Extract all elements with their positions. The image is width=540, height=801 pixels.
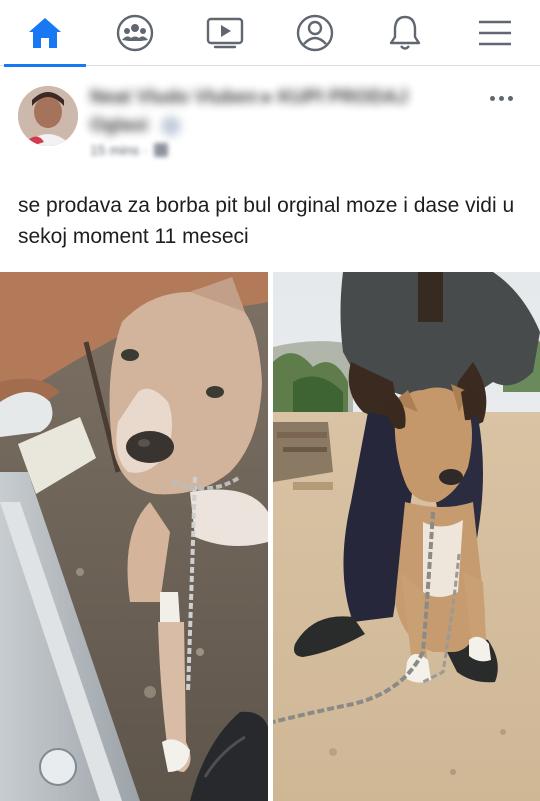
bell-icon (386, 13, 424, 53)
top-navigation-bar (0, 0, 540, 67)
tab-notifications[interactable] (360, 0, 450, 66)
author-name[interactable]: Neat Vludo Vluben ▸ KUPI PRODAJ Oglasi (90, 84, 420, 140)
tab-watch[interactable] (180, 0, 270, 66)
profile-icon (295, 13, 335, 53)
post-photo-1[interactable] (0, 272, 268, 801)
author-avatar[interactable] (18, 86, 78, 146)
tab-profile[interactable] (270, 0, 360, 66)
post-text: se prodava za borba pit bul orginal moze… (18, 194, 515, 248)
dog-standing-photo-icon (273, 272, 540, 801)
audience-icon (153, 143, 168, 157)
tab-groups[interactable] (90, 0, 180, 66)
more-options-icon (489, 95, 513, 101)
post-options-button[interactable] (486, 88, 516, 108)
active-tab-indicator (4, 64, 86, 67)
post-timestamp[interactable]: 15 mins · (90, 142, 148, 158)
watch-icon (205, 15, 245, 51)
tab-home[interactable] (0, 0, 90, 67)
tab-menu[interactable] (450, 0, 540, 66)
author-name-text: Neat Vludo Vluben ▸ KUPI PRODAJ Oglasi (90, 87, 408, 136)
author-block: Neat Vludo Vluben ▸ KUPI PRODAJ Oglasi 1… (90, 84, 420, 158)
post-photo-2[interactable] (273, 272, 540, 801)
groups-icon (115, 13, 155, 53)
home-icon (26, 15, 64, 51)
post-meta: 15 mins · (90, 142, 420, 158)
group-icon (161, 115, 182, 136)
menu-icon (477, 17, 513, 49)
post-header: Neat Vludo Vluben ▸ KUPI PRODAJ Oglasi 1… (0, 74, 540, 174)
dog-closeup-photo-icon (0, 272, 268, 801)
